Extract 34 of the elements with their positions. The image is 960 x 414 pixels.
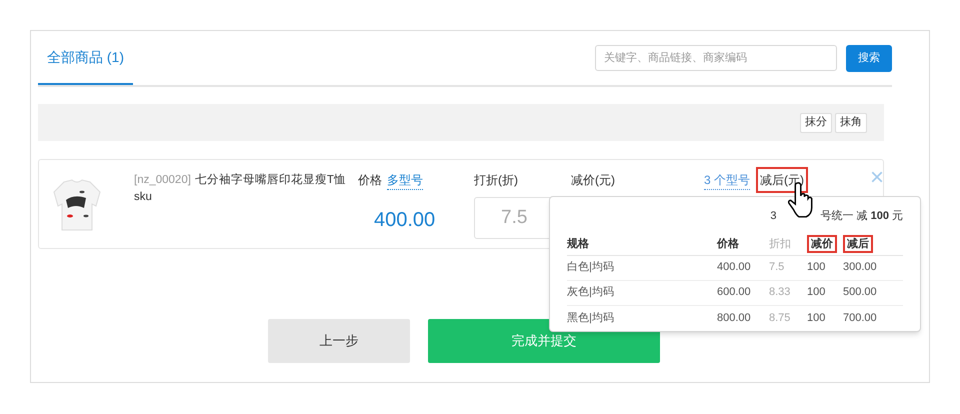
search-field[interactable]: 关键字、商品链接、商家编码 bbox=[595, 45, 837, 71]
column-header: 折扣 bbox=[769, 238, 791, 250]
table-cell: 800.00 bbox=[717, 312, 751, 324]
table-cell: 500.00 bbox=[843, 286, 877, 298]
summary-text: 号统一 减 100 元 bbox=[820, 208, 903, 224]
column-header: 规格 bbox=[567, 238, 589, 250]
back-button[interactable]: 上一步 bbox=[268, 319, 410, 363]
price-value: 400.00 bbox=[374, 208, 436, 233]
table-cell: 灰色|均码 bbox=[567, 286, 614, 298]
table-cell: 8.33 bbox=[769, 286, 790, 298]
price-link[interactable]: 多型号 bbox=[387, 171, 423, 190]
toolbar-button[interactable]: 抹角 bbox=[835, 112, 867, 132]
price-label: 价格 bbox=[358, 172, 382, 189]
column-header: 减后 bbox=[843, 234, 873, 252]
reduce-label: 减价(元) bbox=[571, 172, 615, 189]
product-title: [nz_00020] 七分袖字母嘴唇印花显瘦T恤sku bbox=[134, 172, 347, 205]
column-header: 减价 bbox=[807, 234, 837, 252]
table-cell: 白色|均码 bbox=[567, 261, 614, 274]
table-cell: 600.00 bbox=[717, 286, 751, 298]
variants-link[interactable]: 3 个型号 bbox=[704, 171, 750, 190]
table-cell: 300.00 bbox=[843, 261, 877, 274]
table-cell: 7.5 bbox=[769, 261, 784, 274]
table-cell: 700.00 bbox=[843, 312, 877, 324]
search-button[interactable]: 搜索 bbox=[846, 44, 892, 72]
table-cell: 400.00 bbox=[717, 261, 751, 274]
table-cell: 100 bbox=[807, 286, 826, 298]
tab[interactable]: 全部商品 (1) bbox=[38, 31, 133, 85]
table-cell: 8.75 bbox=[769, 312, 790, 324]
summary-start: 3 bbox=[770, 208, 776, 224]
table-cell: 100 bbox=[807, 261, 826, 274]
column-header: 价格 bbox=[717, 238, 739, 250]
discount-label: 打折(折) bbox=[474, 172, 518, 189]
toolbar-button[interactable]: 抹分 bbox=[800, 112, 832, 132]
table-cell: 100 bbox=[807, 312, 826, 324]
